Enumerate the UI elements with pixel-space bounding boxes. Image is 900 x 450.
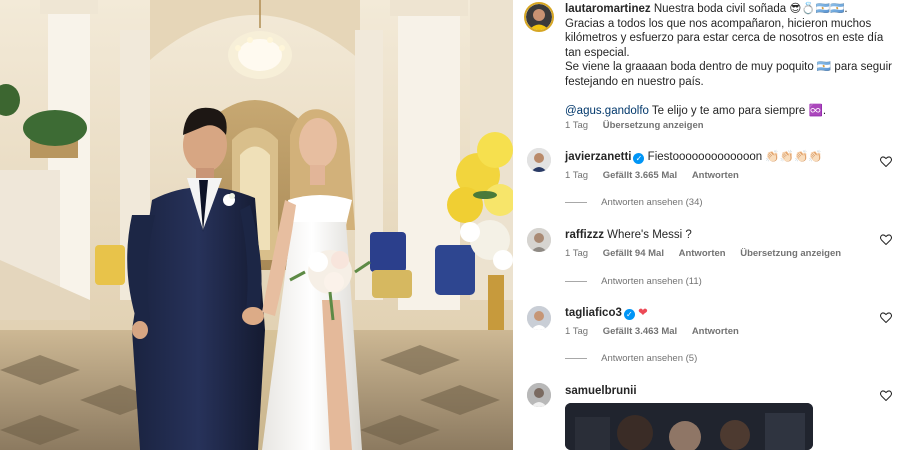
comment-meta: 1 Tag Gefällt 3.463 Mal Antworten (565, 326, 751, 337)
avatar-image (527, 383, 551, 407)
commenter-avatar[interactable] (527, 306, 551, 330)
avatar-image (527, 306, 551, 330)
avatar-image (527, 228, 551, 252)
commenter-avatar[interactable] (527, 383, 551, 407)
caption-mention-suffix: Te elijo y te amo para siempre ♾️. (648, 104, 827, 117)
reply-button[interactable]: Antworten (679, 248, 726, 259)
mention-link[interactable]: @agus.gandolfo (565, 105, 649, 117)
caption-line-3: kilómetros y esfuerzo para estar cerca d… (565, 32, 884, 44)
comments-panel: lautaromartinez Nuestra boda civil soñad… (513, 0, 900, 450)
author-avatar-image (526, 4, 552, 30)
comment-time: 1 Tag (565, 170, 589, 181)
heart-outline-icon[interactable] (880, 156, 892, 167)
comment-likes[interactable]: Gefällt 3.665 Mal (603, 170, 677, 181)
comment-translate-button[interactable]: Übersetzung anzeigen (740, 248, 841, 259)
comment-text: samuelbrunii (565, 384, 637, 399)
comment-username[interactable]: raffizzz (565, 229, 604, 241)
caption-line-4: tan especial. (565, 46, 630, 59)
post-meta: 1 Tag Übersetzung anzeigen (565, 120, 716, 131)
comment-media-thumbnail (565, 403, 813, 450)
view-replies-button[interactable]: Antworten ansehen (5) (565, 353, 697, 364)
comment-meta: 1 Tag Gefällt 94 Mal Antworten Übersetzu… (565, 248, 853, 259)
comment-meta: 1 Tag Gefällt 3.665 Mal Antworten (565, 170, 751, 181)
verified-badge-icon: ✓ (633, 153, 645, 164)
comment-likes[interactable]: Gefällt 94 Mal (603, 248, 664, 259)
comment-text: tagliafico3 ✓ ❤ (565, 306, 648, 321)
author-username[interactable]: lautaromartinez (565, 3, 651, 15)
caption-line-6: festejando en nuestro país. (565, 75, 704, 88)
comment-username[interactable]: javierzanetti (565, 151, 631, 163)
wedding-photo-image (0, 0, 513, 450)
post-caption: lautaromartinez Nuestra boda civil soñad… (565, 2, 895, 118)
comment-text: javierzanetti ✓ Fiestooooooooooooon 👏🏻👏🏻👏… (565, 150, 823, 165)
view-replies-button[interactable]: Antworten ansehen (34) (565, 197, 703, 208)
comment-text: raffizzz Where's Messi ? (565, 228, 692, 243)
caption-line-5: Se viene la graaaan boda dentro de muy p… (565, 61, 892, 73)
reply-button[interactable]: Antworten (692, 326, 739, 337)
post-time: 1 Tag (565, 120, 589, 131)
view-replies-label: Antworten ansehen (11) (601, 276, 702, 287)
heart-outline-icon[interactable] (880, 312, 892, 323)
comment-body: Fiestooooooooooooon 👏🏻👏🏻👏🏻👏🏻 (644, 151, 823, 163)
post-photo[interactable] (0, 0, 513, 450)
comment-body: ❤ (634, 307, 648, 319)
avatar-image (527, 148, 551, 172)
comment-time: 1 Tag (565, 326, 589, 337)
comment-body: Where's Messi ? (603, 229, 692, 241)
heart-outline-icon[interactable] (880, 234, 892, 245)
view-replies-button[interactable]: Antworten ansehen (11) (565, 276, 702, 287)
comment-username[interactable]: tagliafico3 (565, 307, 622, 319)
comment-media-image[interactable] (565, 403, 813, 450)
commenter-avatar[interactable] (527, 228, 551, 252)
view-replies-label: Antworten ansehen (34) (601, 197, 703, 208)
comment-time: 1 Tag (565, 248, 589, 259)
caption-line-2: Gracias a todos los que nos acompañaron,… (565, 17, 872, 30)
author-avatar[interactable] (524, 2, 554, 32)
comment-username[interactable]: samuelbrunii (565, 385, 637, 397)
commenter-avatar[interactable] (527, 148, 551, 172)
view-replies-label: Antworten ansehen (5) (601, 353, 698, 364)
post-translate-button[interactable]: Übersetzung anzeigen (603, 120, 704, 131)
caption-line-1: Nuestra boda civil soñada 😎💍🇦🇷🇦🇷. (653, 3, 848, 15)
heart-outline-icon[interactable] (880, 390, 892, 401)
verified-badge-icon: ✓ (623, 309, 635, 320)
reply-button[interactable]: Antworten (692, 170, 739, 181)
comment-likes[interactable]: Gefällt 3.463 Mal (603, 326, 677, 337)
